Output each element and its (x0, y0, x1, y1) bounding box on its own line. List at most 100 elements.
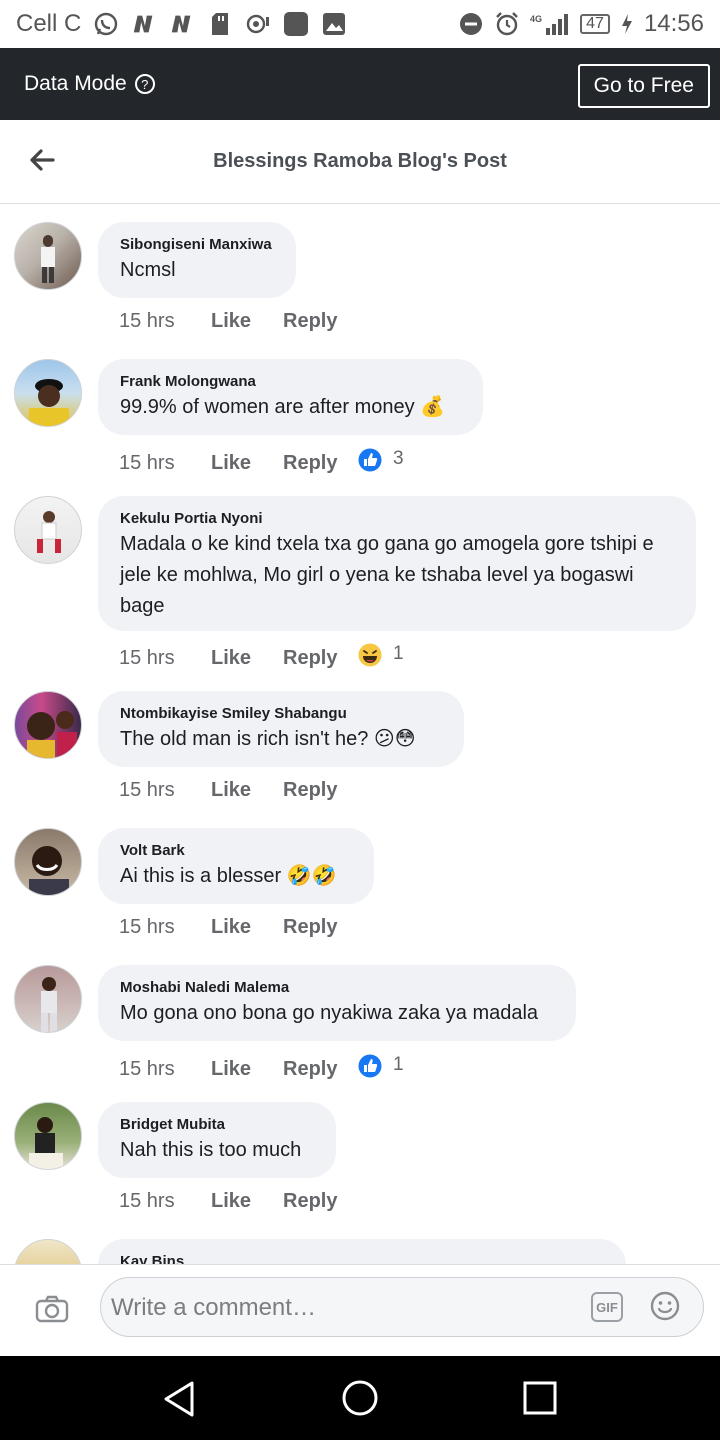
comment-composer: GIF (0, 1264, 720, 1356)
charging-icon (620, 11, 634, 37)
navigation-bar (0, 1356, 720, 1440)
comment-bubble[interactable]: Volt Bark Ai this is a blesser 🤣🤣 (98, 828, 374, 904)
comment-bubble[interactable]: Sibongiseni Manxiwa Ncmsl (98, 222, 296, 298)
avatar[interactable] (14, 359, 82, 427)
comment-item: Frank Molongwana 99.9% of women are afte… (0, 341, 720, 478)
circle-home-icon[interactable] (340, 1378, 380, 1423)
haha-reaction-icon (357, 642, 383, 674)
comment-bubble[interactable]: Moshabi Naledi Malema Mo gona ono bona g… (98, 965, 576, 1041)
like-button[interactable]: Like (211, 916, 283, 939)
camera-icon[interactable] (32, 1289, 72, 1329)
like-button[interactable]: Like (211, 647, 283, 670)
comment-author[interactable]: Volt Bark (120, 842, 352, 859)
reply-button[interactable]: Reply (283, 647, 357, 670)
battery-indicator: 47 (580, 14, 610, 34)
carrier-label: Cell C (16, 10, 82, 37)
gif-button[interactable]: GIF (591, 1292, 623, 1322)
like-button[interactable]: Like (211, 1190, 283, 1213)
data-mode-label-group[interactable]: Data Mode ? (24, 72, 155, 96)
n-icon (169, 11, 195, 37)
comment-text: Madala o ke kind txela txa go gana go am… (120, 533, 654, 617)
like-reaction-icon (357, 1053, 383, 1085)
reply-button[interactable]: Reply (283, 779, 357, 802)
comment-bubble[interactable]: Ntombikayise Smiley Shabangu The old man… (98, 691, 464, 767)
clock: 14:56 (643, 10, 704, 37)
avatar[interactable] (14, 691, 82, 759)
comment-bubble[interactable]: Frank Molongwana 99.9% of women are afte… (98, 359, 483, 435)
n-icon (131, 11, 157, 37)
comment-author[interactable]: Kekulu Portia Nyoni (120, 510, 674, 527)
comment-author[interactable]: Kay Bins (120, 1253, 604, 1264)
data-mode-label: Data Mode (24, 72, 127, 95)
comment-author[interactable]: Sibongiseni Manxiwa (120, 236, 274, 253)
comment-bubble[interactable]: Bridget Mubita Nah this is too much (98, 1102, 336, 1178)
reply-button[interactable]: Reply (283, 1190, 357, 1213)
gallery-icon (321, 11, 347, 37)
dnd-icon (458, 11, 484, 37)
comment-actions: 15 hrs Like Reply (119, 916, 357, 939)
comment-item: Bridget Mubita Nah this is too much 15 h… (0, 1084, 720, 1221)
like-button[interactable]: Like (211, 452, 283, 475)
like-button[interactable]: Like (211, 779, 283, 802)
arrow-left-icon[interactable] (26, 144, 58, 176)
comment-time[interactable]: 15 hrs (119, 310, 211, 333)
comment-input-box[interactable]: GIF (100, 1277, 704, 1337)
reaction-count: 1 (393, 1054, 404, 1075)
comment-text: Ncmsl (120, 259, 176, 281)
reply-button[interactable]: Reply (283, 452, 357, 475)
reaction-summary[interactable]: 1 (357, 642, 404, 674)
comment-actions: 15 hrs Like Reply (119, 310, 357, 333)
reply-button[interactable]: Reply (283, 916, 357, 939)
comment-time[interactable]: 15 hrs (119, 1190, 211, 1213)
status-bar-right: 4G 47 14:56 (458, 10, 704, 38)
comment-item: Kekulu Portia Nyoni Madala o ke kind txe… (0, 478, 720, 673)
page-title: Blessings Ramoba Blog's Post (213, 150, 507, 172)
comment-actions: 15 hrs Like Reply 1 (119, 1053, 404, 1085)
reply-button[interactable]: Reply (283, 1058, 357, 1081)
smile-icon[interactable] (649, 1290, 681, 1322)
square-recent-icon[interactable] (522, 1380, 558, 1421)
square-app-icon (283, 11, 309, 37)
comment-actions: 15 hrs Like Reply (119, 779, 357, 802)
signal-icon: 4G (530, 11, 570, 37)
avatar[interactable] (14, 496, 82, 564)
comment-item: Moshabi Naledi Malema Mo gona ono bona g… (0, 947, 720, 1084)
comment-item: Sibongiseni Manxiwa Ncmsl 15 hrs Like Re… (0, 204, 720, 341)
alarm-icon (494, 11, 520, 37)
avatar[interactable] (14, 1239, 82, 1264)
like-button[interactable]: Like (211, 1058, 283, 1081)
help-icon[interactable]: ? (134, 74, 155, 94)
reaction-summary[interactable]: 1 (357, 1053, 404, 1085)
comment-time[interactable]: 15 hrs (119, 916, 211, 939)
reply-button[interactable]: Reply (283, 310, 357, 333)
comments-list[interactable]: Sibongiseni Manxiwa Ncmsl 15 hrs Like Re… (0, 204, 720, 1264)
triangle-back-icon[interactable] (160, 1380, 200, 1423)
comment-input[interactable] (111, 1286, 581, 1330)
comment-actions: 15 hrs Like Reply (119, 1190, 357, 1213)
go-to-free-button[interactable]: Go to Free (577, 64, 710, 108)
comment-time[interactable]: 15 hrs (119, 452, 211, 475)
comment-time[interactable]: 15 hrs (119, 647, 211, 670)
avatar[interactable] (14, 828, 82, 896)
comment-item: Ntombikayise Smiley Shabangu The old man… (0, 673, 720, 810)
comment-author[interactable]: Frank Molongwana (120, 373, 461, 390)
reaction-count: 3 (393, 448, 404, 469)
reaction-count: 1 (393, 643, 404, 664)
comment-time[interactable]: 15 hrs (119, 1058, 211, 1081)
status-bar: Cell C 4G 47 14:56 (0, 0, 720, 48)
network-type-label: 4G (530, 14, 542, 24)
avatar[interactable] (14, 1102, 82, 1170)
comment-item: Volt Bark Ai this is a blesser 🤣🤣 15 hrs… (0, 810, 720, 947)
avatar[interactable] (14, 965, 82, 1033)
data-mode-bar: Data Mode ? Go to Free (0, 48, 720, 120)
comment-time[interactable]: 15 hrs (119, 779, 211, 802)
comment-bubble[interactable]: Kekulu Portia Nyoni Madala o ke kind txe… (98, 496, 696, 631)
comment-author[interactable]: Ntombikayise Smiley Shabangu (120, 705, 442, 722)
comment-author[interactable]: Moshabi Naledi Malema (120, 979, 554, 996)
avatar[interactable] (14, 222, 82, 290)
comment-author[interactable]: Bridget Mubita (120, 1116, 314, 1133)
comment-bubble[interactable]: Kay Bins (98, 1239, 626, 1264)
camera-icon (245, 11, 271, 37)
like-button[interactable]: Like (211, 310, 283, 333)
reaction-summary[interactable]: 3 (357, 447, 404, 479)
